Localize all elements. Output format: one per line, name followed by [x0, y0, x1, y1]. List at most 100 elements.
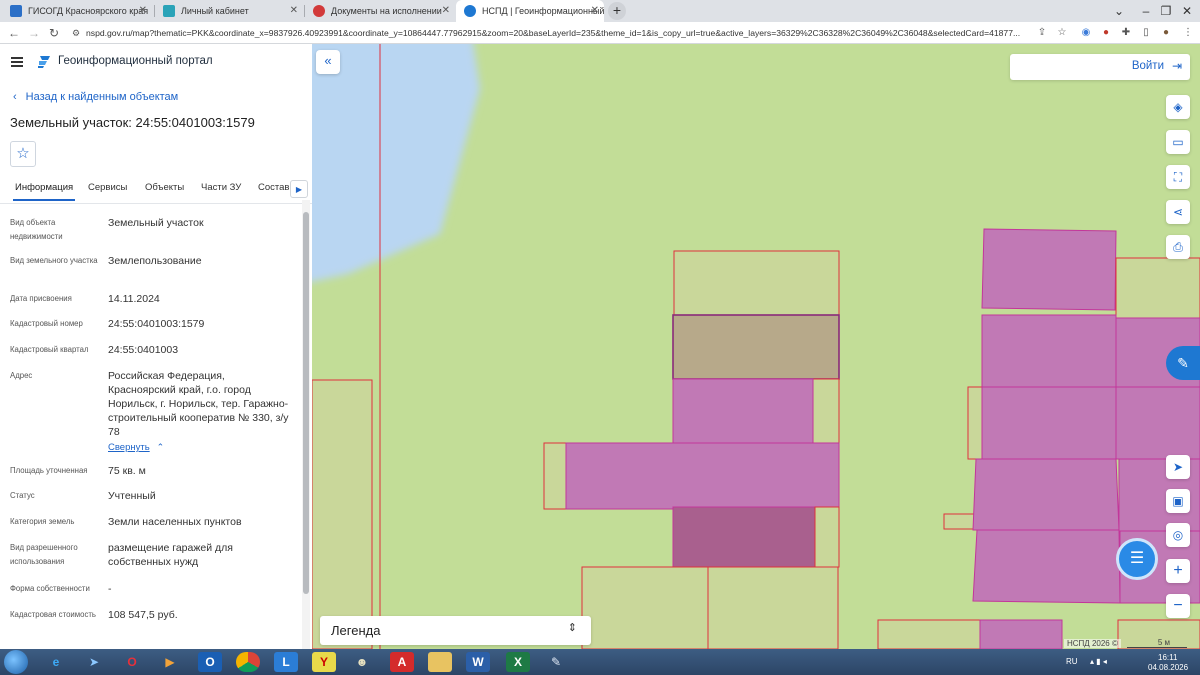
extension-icon[interactable]: ◉ [1080, 27, 1092, 39]
parcel-outline [877, 619, 981, 649]
back-arrow-icon[interactable]: ← [6, 22, 22, 44]
outlook-icon[interactable]: O [198, 652, 222, 672]
login-button[interactable]: Войти ⇥ [1010, 54, 1190, 80]
tabs-scroll-right-button[interactable]: ▶ [290, 180, 308, 198]
profile-avatar-icon[interactable]: ● [1160, 27, 1172, 39]
browser-tab-gisogd[interactable]: ГИСОГД Красноярского края ✕ [2, 0, 152, 22]
hamburger-menu-icon[interactable] [11, 57, 23, 67]
ie-icon[interactable]: e [44, 652, 68, 672]
tab-search-icon[interactable]: ⌄ [1102, 0, 1136, 22]
login-label: Войти [1131, 60, 1164, 72]
print-icon[interactable]: ⎙ [1166, 235, 1190, 259]
share-page-icon[interactable]: ⇪ [1036, 27, 1048, 39]
word-icon[interactable]: W [466, 652, 490, 672]
scrollbar-thumb[interactable] [303, 212, 309, 594]
tab-services[interactable]: Сервисы [88, 182, 127, 193]
portal-title: Геоинформационный портал [58, 55, 213, 67]
start-button[interactable] [4, 650, 28, 674]
extensions-puzzle-icon[interactable]: ✚ [1120, 27, 1132, 39]
sidebar-icon[interactable]: ▯ [1140, 27, 1152, 39]
reload-icon[interactable]: ↻ [46, 22, 62, 44]
parcel[interactable] [565, 442, 840, 510]
attribute-value[interactable]: 24:55:0401003:1579 [108, 317, 294, 331]
legend-select[interactable]: Легенда ⇕ [320, 616, 591, 645]
maximize-icon[interactable]: ❐ [1156, 0, 1176, 22]
parcel[interactable] [672, 506, 816, 568]
chat-icon[interactable]: ☰ [1116, 538, 1158, 580]
close-icon[interactable]: ✕ [139, 0, 147, 22]
parcel-outline [967, 386, 983, 460]
attribute-value: Земли населенных пунктов [108, 516, 242, 528]
new-tab-button[interactable]: + [608, 2, 626, 20]
layers-icon[interactable]: ◈ [1166, 95, 1190, 119]
window-close-icon[interactable]: ✕ [1176, 0, 1198, 22]
selected-parcel[interactable] [672, 314, 840, 380]
bookmark-star-icon[interactable]: ☆ [1056, 27, 1068, 39]
tab-info[interactable]: Информация [12, 182, 76, 201]
parcel[interactable] [972, 529, 1121, 604]
minimize-icon[interactable]: – [1136, 0, 1156, 22]
chevron-up-icon: ⌃ [156, 442, 165, 452]
chrome-icon[interactable] [236, 652, 260, 672]
zoom-out-button[interactable]: − [1166, 594, 1190, 618]
file-explorer-icon[interactable] [428, 652, 452, 672]
locate-me-icon[interactable]: ➤ [1166, 455, 1190, 479]
app-icon[interactable]: ☻ [350, 652, 374, 672]
clock-date[interactable]: 04.08.2026 [1148, 663, 1188, 672]
url-field[interactable]: nspd.gov.ru/map?thematic=PKK&coordinate_… [86, 25, 1036, 41]
assistant-icon[interactable]: ✎ [1166, 346, 1200, 380]
menu-kebab-icon[interactable]: ⋮ [1182, 27, 1194, 39]
parcel[interactable] [981, 314, 1117, 388]
parcel[interactable] [981, 228, 1117, 311]
opera-icon[interactable]: O [120, 652, 144, 672]
browser-tab-docs[interactable]: Документы на исполнении ✕ [305, 0, 455, 22]
parcel[interactable] [1115, 386, 1200, 460]
collapse-panel-button[interactable]: « [316, 50, 340, 74]
attribute-value[interactable]: 24:55:0401003 [108, 343, 294, 357]
browser-tab-nspd[interactable]: НСПД | Геоинформационный п ✕ [456, 0, 604, 22]
attribute-label: Адрес [10, 371, 33, 380]
tray-icons[interactable]: ▴ ▮ ◂ [1090, 657, 1107, 666]
map-canvas[interactable] [312, 44, 1200, 649]
close-icon[interactable]: ✕ [290, 0, 298, 22]
select-area-icon[interactable]: ⛶ [1166, 165, 1190, 189]
ruler-icon[interactable]: ▭ [1166, 130, 1190, 154]
extension-icon[interactable]: ● [1100, 27, 1112, 39]
clock-time[interactable]: 16:11 [1158, 653, 1177, 662]
zoom-in-button[interactable]: + [1166, 559, 1190, 583]
attribute-value: размещение гаражей для собственных нужд [108, 542, 233, 568]
pdf-reader-icon[interactable]: A [390, 652, 414, 672]
excel-icon[interactable]: X [506, 652, 530, 672]
tab-composition[interactable]: Состав [258, 182, 289, 193]
tab-objects[interactable]: Объекты [145, 182, 184, 193]
chevron-updown-icon: ⇕ [567, 622, 577, 634]
lync-icon[interactable]: L [274, 652, 298, 672]
back-to-results-link[interactable]: ‹ Назад к найденным объектам [13, 91, 178, 103]
site-info-icon[interactable]: ⚙ [68, 22, 84, 44]
forward-arrow-icon[interactable]: → [26, 22, 42, 44]
chevron-left-icon: ‹ [13, 91, 17, 103]
cadastral-map[interactable] [312, 44, 1200, 649]
close-icon[interactable]: ✕ [591, 0, 599, 22]
share-icon[interactable]: ⋖ [1166, 200, 1190, 224]
favorite-star-button[interactable]: ☆ [10, 141, 36, 167]
yandex-browser-icon[interactable]: Y [312, 652, 336, 672]
parcel[interactable] [981, 386, 1117, 460]
browser-tab-lk[interactable]: Личный кабинет ✕ [155, 0, 303, 22]
parcel[interactable] [972, 458, 1120, 531]
close-icon[interactable]: ✕ [442, 0, 450, 22]
minimap-icon[interactable]: ▣ [1166, 489, 1190, 513]
language-indicator[interactable]: RU [1066, 657, 1078, 666]
attribute-value: 108 547,5 руб. [108, 609, 178, 621]
attribute-label: Вид разрешенного использования [10, 543, 78, 566]
nspd-favicon-icon [464, 5, 476, 17]
tab-parts[interactable]: Части ЗУ [201, 182, 241, 193]
geo-search-icon[interactable]: ◎ [1166, 523, 1190, 547]
paint-icon[interactable]: ✎ [544, 652, 568, 672]
parcel[interactable] [979, 619, 1063, 649]
media-player-icon[interactable]: ▶ [158, 652, 182, 672]
attribute-label: Вид земельного участка [10, 256, 98, 265]
collapse-link[interactable]: Свернуть ⌃ [108, 440, 294, 455]
telegram-icon[interactable]: ➤ [82, 652, 106, 672]
parcel[interactable] [672, 378, 814, 444]
